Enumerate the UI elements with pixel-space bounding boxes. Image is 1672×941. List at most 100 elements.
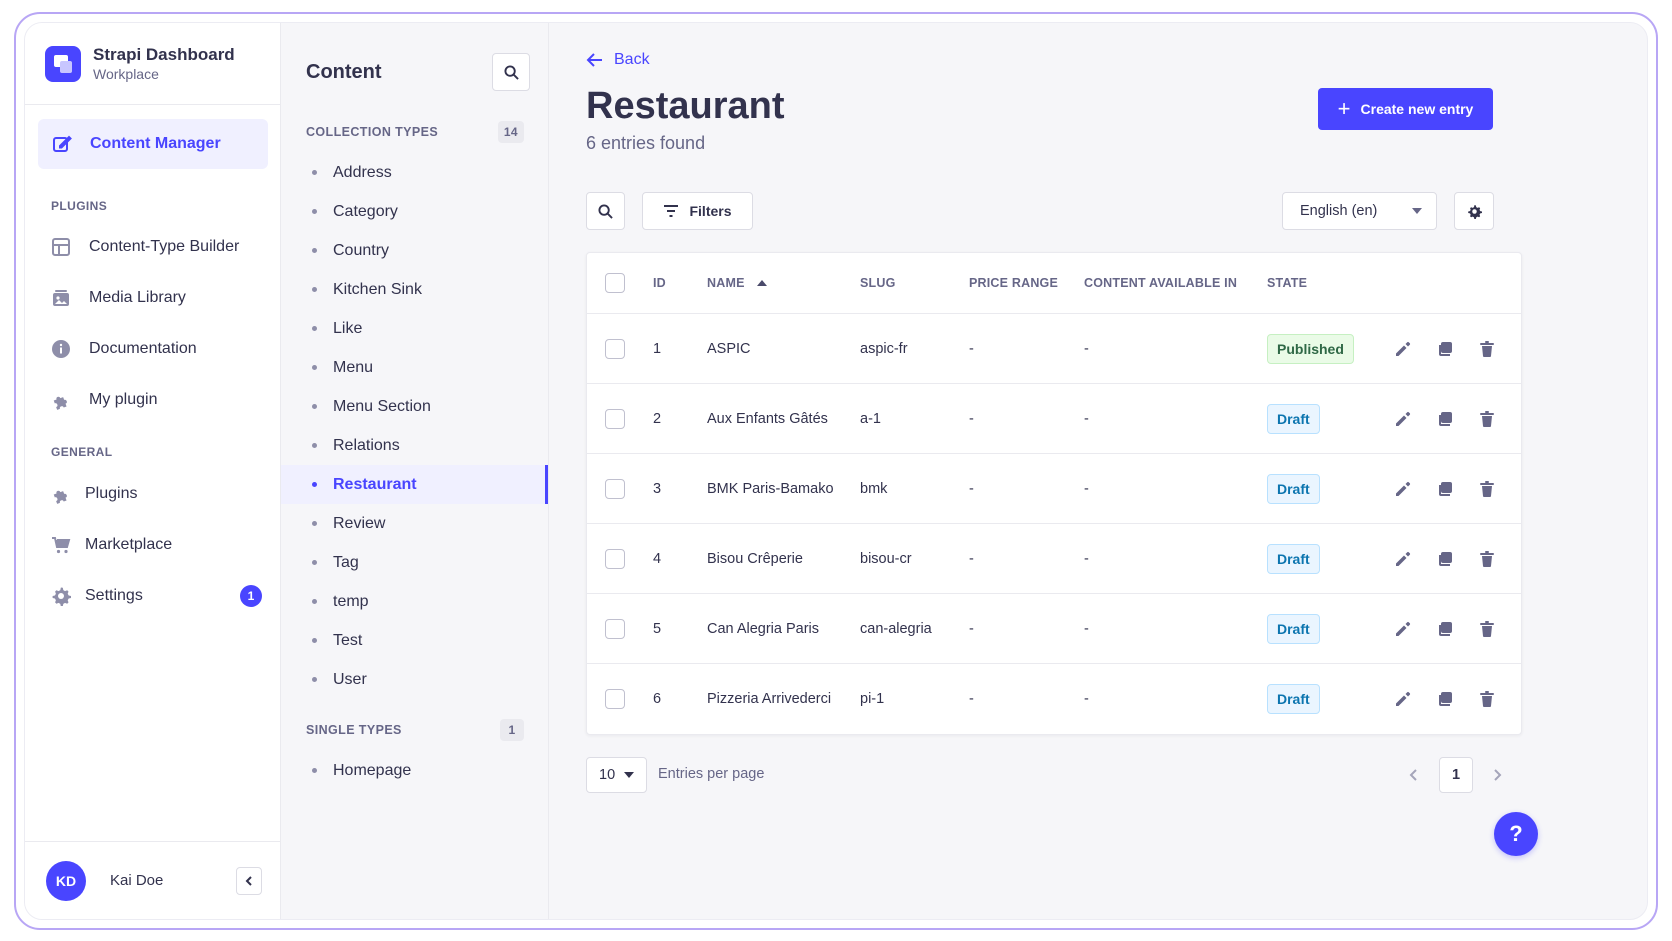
- edit-icon[interactable]: [1393, 409, 1413, 429]
- help-button[interactable]: ?: [1494, 812, 1538, 856]
- notification-badge: 1: [240, 584, 262, 607]
- edit-icon[interactable]: [1393, 689, 1413, 709]
- edit-icon[interactable]: [1393, 479, 1413, 499]
- subnav-item-homepage[interactable]: Homepage: [281, 751, 548, 790]
- gear-icon: [1467, 204, 1482, 219]
- collapse-nav-button[interactable]: [236, 866, 262, 895]
- status-badge: Published: [1267, 333, 1354, 364]
- duplicate-icon[interactable]: [1435, 549, 1455, 569]
- nav-item-content-type-builder[interactable]: Content-Type Builder: [25, 221, 280, 272]
- trash-icon[interactable]: [1477, 689, 1497, 709]
- locale-select[interactable]: English (en): [1282, 192, 1437, 230]
- cell-id: 2: [653, 410, 662, 427]
- bullet-icon: [312, 248, 317, 253]
- edit-icon[interactable]: [1393, 339, 1413, 359]
- cell-id: 4: [653, 550, 662, 567]
- trash-icon[interactable]: [1477, 479, 1497, 499]
- table-settings-button[interactable]: [1454, 192, 1494, 230]
- back-link[interactable]: Back: [586, 51, 650, 69]
- duplicate-icon[interactable]: [1435, 479, 1455, 499]
- status-badge: Draft: [1267, 543, 1320, 574]
- subnav-item-kitchen-sink[interactable]: Kitchen Sink: [281, 270, 548, 309]
- trash-icon[interactable]: [1477, 409, 1497, 429]
- trash-icon[interactable]: [1477, 619, 1497, 639]
- edit-icon[interactable]: [1393, 549, 1413, 569]
- subnav-item-user[interactable]: User: [281, 660, 548, 699]
- column-header-content-available[interactable]: CONTENT AVAILABLE IN: [1084, 276, 1237, 290]
- avatar[interactable]: KD: [46, 860, 86, 901]
- subnav-item-menu[interactable]: Menu: [281, 348, 548, 387]
- chevron-left-icon: [245, 875, 252, 886]
- nav-item-marketplace[interactable]: Marketplace: [25, 519, 280, 570]
- subnav-item-address[interactable]: Address: [281, 153, 548, 192]
- table-row[interactable]: 2 Aux Enfants Gâtés a-1 - - Draft: [587, 384, 1521, 454]
- gear-icon: [51, 586, 71, 606]
- subnav-item-label: Category: [333, 202, 398, 220]
- table-row[interactable]: 6 Pizzeria Arrivederci pi-1 - - Draft: [587, 664, 1521, 734]
- table-search-button[interactable]: [586, 192, 625, 230]
- puzzle-icon: [51, 390, 71, 410]
- column-header-id[interactable]: ID: [653, 276, 666, 290]
- duplicate-icon[interactable]: [1435, 339, 1455, 359]
- subnav-item-test[interactable]: Test: [281, 621, 548, 660]
- cell-slug: bisou-cr: [860, 550, 912, 567]
- subnav-header: Content: [281, 23, 548, 101]
- subnav-search-button[interactable]: [492, 53, 530, 91]
- duplicate-icon[interactable]: [1435, 619, 1455, 639]
- cell-content-available: -: [1084, 550, 1089, 567]
- create-new-entry-button[interactable]: + Create new entry: [1318, 88, 1493, 130]
- subnav-item-restaurant[interactable]: Restaurant: [281, 465, 548, 504]
- subnav-item-review[interactable]: Review: [281, 504, 548, 543]
- nav-item-label: Plugins: [85, 484, 138, 502]
- subnav-item-temp[interactable]: temp: [281, 582, 548, 621]
- column-header-price-range[interactable]: PRICE RANGE: [969, 276, 1058, 290]
- nav-item-content-manager[interactable]: Content Manager: [38, 119, 268, 169]
- column-header-name[interactable]: NAME: [707, 276, 767, 290]
- row-checkbox[interactable]: [605, 338, 625, 359]
- row-actions: [1393, 479, 1519, 499]
- row-checkbox[interactable]: [605, 548, 625, 569]
- column-header-state[interactable]: STATE: [1267, 276, 1307, 290]
- select-all-checkbox[interactable]: [605, 273, 625, 293]
- filters-label: Filters: [689, 203, 732, 219]
- duplicate-icon[interactable]: [1435, 409, 1455, 429]
- next-page-button[interactable]: [1487, 765, 1507, 785]
- per-page-value: 10: [599, 767, 616, 783]
- subnav-item-category[interactable]: Category: [281, 192, 548, 231]
- row-checkbox[interactable]: [605, 478, 625, 499]
- row-checkbox[interactable]: [605, 618, 625, 639]
- subnav-item-tag[interactable]: Tag: [281, 543, 548, 582]
- layout-icon: [51, 237, 71, 257]
- table-row[interactable]: 1 ASPIC aspic-fr - - Published: [587, 314, 1521, 384]
- row-checkbox[interactable]: [605, 689, 625, 709]
- duplicate-icon[interactable]: [1435, 689, 1455, 709]
- trash-icon[interactable]: [1477, 339, 1497, 359]
- nav-item-label: Settings: [85, 586, 143, 604]
- cell-price-range: -: [969, 480, 974, 497]
- nav-item-media-library[interactable]: Media Library: [25, 272, 280, 323]
- trash-icon[interactable]: [1477, 549, 1497, 569]
- edit-icon[interactable]: [1393, 619, 1413, 639]
- subnav-item-label: Tag: [333, 553, 359, 571]
- subnav-item-menu-section[interactable]: Menu Section: [281, 387, 548, 426]
- previous-page-button[interactable]: [1404, 765, 1424, 785]
- page-number-button[interactable]: 1: [1439, 757, 1473, 793]
- user-name[interactable]: Kai Doe: [110, 872, 163, 889]
- table-row[interactable]: 5 Can Alegria Paris can-alegria - - Draft: [587, 594, 1521, 664]
- column-header-slug[interactable]: SLUG: [860, 276, 896, 290]
- window-frame: Strapi Dashboard Workplace Content Manag…: [14, 12, 1658, 930]
- table-row[interactable]: 3 BMK Paris-Bamako bmk - - Draft: [587, 454, 1521, 524]
- subnav-item-country[interactable]: Country: [281, 231, 548, 270]
- subnav-item-relations[interactable]: Relations: [281, 426, 548, 465]
- nav-item-settings[interactable]: Settings 1: [25, 570, 280, 621]
- entries-table: ID NAME SLUG PRICE RANGE CONTENT AVAILAB…: [586, 252, 1522, 735]
- row-checkbox[interactable]: [605, 408, 625, 429]
- entries-per-page-select[interactable]: 10: [586, 757, 647, 793]
- filters-button[interactable]: Filters: [642, 192, 753, 230]
- nav-item-my-plugin[interactable]: My plugin: [25, 374, 280, 425]
- subnav-item-like[interactable]: Like: [281, 309, 548, 348]
- nav-item-documentation[interactable]: Documentation: [25, 323, 280, 374]
- table-row[interactable]: 4 Bisou Crêperie bisou-cr - - Draft: [587, 524, 1521, 594]
- plus-icon: +: [1337, 96, 1351, 121]
- nav-item-plugins[interactable]: Plugins: [25, 468, 280, 519]
